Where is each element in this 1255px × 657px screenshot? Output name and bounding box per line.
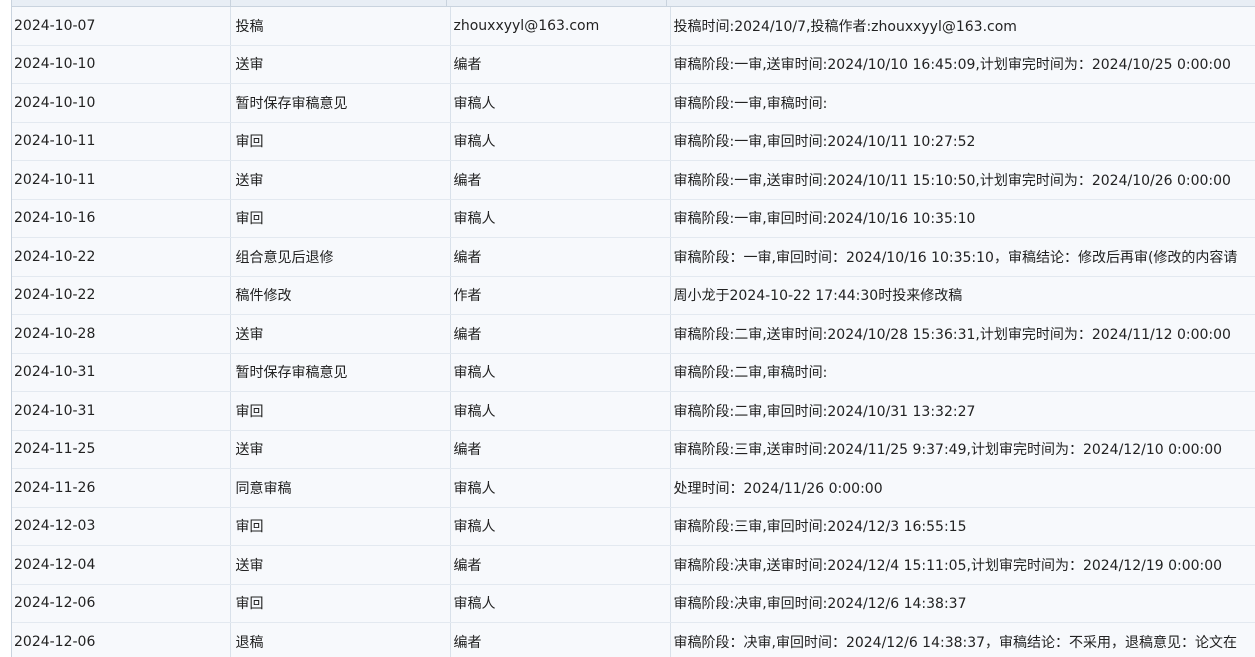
cell-date: 2024-10-16	[12, 199, 231, 238]
cell-detail: 审稿阶段:三审,审回时间:2024/12/3 16:55:15	[670, 507, 1255, 546]
cell-operator: 作者	[450, 276, 671, 315]
cell-action: 审回	[230, 391, 451, 431]
cell-date: 2024-12-03	[12, 507, 231, 546]
cell-action: 审回	[230, 584, 451, 623]
table-header-strip	[12, 0, 1255, 7]
cell-date: 2024-10-31	[12, 353, 231, 392]
cell-operator: 编者	[450, 545, 671, 585]
cell-date: 2024-10-31	[12, 391, 231, 431]
table-row: 2024-11-26 同意审稿 审稿人 处理时间：2024/11/26 0:00:00	[12, 468, 1255, 508]
cell-date: 2024-12-06	[12, 622, 231, 657]
cell-detail: 审稿阶段:一审,送审时间:2024/10/10 16:45:09,计划审完时间为…	[670, 45, 1255, 84]
cell-detail: 审稿阶段:决审,审回时间:2024/12/6 14:38:37	[670, 584, 1255, 623]
table-row: 2024-10-31 审回 审稿人 审稿阶段:二审,审回时间:2024/10/31 1…	[12, 391, 1255, 431]
table-row: 2024-10-11 审回 审稿人 审稿阶段:一审,审回时间:2024/10/11 1…	[12, 122, 1255, 161]
cell-date: 2024-11-26	[12, 468, 231, 508]
cell-action: 送审	[230, 545, 451, 585]
cell-operator: 编者	[450, 314, 671, 354]
cell-action: 同意审稿	[230, 468, 451, 508]
cell-detail: 投稿时间:2024/10/7,投稿作者:zhouxxyyl@163.com	[670, 7, 1255, 46]
cell-detail: 审稿阶段:一审,送审时间:2024/10/11 15:10:50,计划审完时间为…	[670, 160, 1255, 200]
cell-action: 暂时保存审稿意见	[230, 353, 451, 392]
cell-operator: 审稿人	[450, 122, 671, 161]
cell-action: 投稿	[230, 7, 451, 46]
cell-action: 退稿	[230, 622, 451, 657]
table-row: 2024-10-10 送审 编者 审稿阶段:一审,送审时间:2024/10/10 16…	[12, 45, 1255, 84]
cell-detail: 审稿阶段:二审,审稿时间:	[670, 353, 1255, 392]
table-row: 2024-10-16 审回 审稿人 审稿阶段:一审,审回时间:2024/10/16 1…	[12, 199, 1255, 238]
cell-operator: 审稿人	[450, 584, 671, 623]
manuscript-process-log: 2024-10-07 投稿 zhouxxyyl@163.com 投稿时间:2024/1…	[0, 0, 1255, 657]
cell-date: 2024-10-11	[12, 160, 231, 200]
cell-detail: 审稿阶段:一审,审回时间:2024/10/11 10:27:52	[670, 122, 1255, 161]
cell-date: 2024-11-25	[12, 430, 231, 469]
cell-action: 审回	[230, 199, 451, 238]
cell-date: 2024-10-07	[12, 7, 231, 46]
table-row: 2024-12-03 审回 审稿人 审稿阶段:三审,审回时间:2024/12/3 16…	[12, 507, 1255, 546]
cell-action: 稿件修改	[230, 276, 451, 315]
cell-operator: 审稿人	[450, 199, 671, 238]
table-row: 2024-10-22 稿件修改 作者 周小龙于2024-10-22 17:44:30时…	[12, 276, 1255, 315]
cell-action: 送审	[230, 160, 451, 200]
cell-operator: 审稿人	[450, 468, 671, 508]
cell-detail: 处理时间：2024/11/26 0:00:00	[670, 468, 1255, 508]
table-row: 2024-10-22 组合意见后退修 编者 审稿阶段：一审,审回时间：2024/10/…	[12, 237, 1255, 277]
cell-date: 2024-10-11	[12, 122, 231, 161]
cell-action: 送审	[230, 45, 451, 84]
cell-date: 2024-10-10	[12, 83, 231, 123]
table-row: 2024-12-06 退稿 编者 审稿阶段：决审,审回时间：2024/12/6 14:…	[12, 622, 1255, 657]
cell-operator: zhouxxyyl@163.com	[450, 7, 671, 46]
cell-date: 2024-10-28	[12, 314, 231, 354]
table-row: 2024-10-31 暂时保存审稿意见 审稿人 审稿阶段:二审,审稿时间:	[12, 353, 1255, 392]
cell-operator: 审稿人	[450, 507, 671, 546]
cell-action: 审回	[230, 122, 451, 161]
cell-action: 审回	[230, 507, 451, 546]
cell-operator: 编者	[450, 160, 671, 200]
cell-operator: 编者	[450, 430, 671, 469]
cell-action: 组合意见后退修	[230, 237, 451, 277]
table-row: 2024-10-11 送审 编者 审稿阶段:一审,送审时间:2024/10/11 15…	[12, 160, 1255, 200]
cell-detail: 审稿阶段：一审,审回时间：2024/10/16 10:35:10，审稿结论：修改…	[670, 237, 1255, 277]
cell-action: 送审	[230, 314, 451, 354]
cell-detail: 周小龙于2024-10-22 17:44:30时投来修改稿	[670, 276, 1255, 315]
cell-date: 2024-12-04	[12, 545, 231, 585]
cell-detail: 审稿阶段:决审,送审时间:2024/12/4 15:11:05,计划审完时间为：…	[670, 545, 1255, 585]
cell-detail: 审稿阶段:二审,审回时间:2024/10/31 13:32:27	[670, 391, 1255, 431]
cell-operator: 编者	[450, 45, 671, 84]
cell-action: 暂时保存审稿意见	[230, 83, 451, 123]
cell-detail: 审稿阶段:二审,送审时间:2024/10/28 15:36:31,计划审完时间为…	[670, 314, 1255, 354]
cell-date: 2024-10-10	[12, 45, 231, 84]
cell-date: 2024-10-22	[12, 237, 231, 277]
cell-date: 2024-10-22	[12, 276, 231, 315]
cell-detail: 审稿阶段：决审,审回时间：2024/12/6 14:38:37，审稿结论：不采用…	[670, 622, 1255, 657]
table-row: 2024-10-10 暂时保存审稿意见 审稿人 审稿阶段:一审,审稿时间:	[12, 83, 1255, 123]
cell-operator: 编者	[450, 622, 671, 657]
process-log-body: 2024-10-07 投稿 zhouxxyyl@163.com 投稿时间:2024/1…	[12, 7, 1255, 657]
cell-operator: 编者	[450, 237, 671, 277]
process-log-table: 2024-10-07 投稿 zhouxxyyl@163.com 投稿时间:2024/1…	[12, 7, 1255, 657]
cell-operator: 审稿人	[450, 391, 671, 431]
table-row: 2024-10-07 投稿 zhouxxyyl@163.com 投稿时间:2024/1…	[12, 7, 1255, 46]
table-row: 2024-10-28 送审 编者 审稿阶段:二审,送审时间:2024/10/28 15…	[12, 314, 1255, 354]
cell-date: 2024-12-06	[12, 584, 231, 623]
cell-detail: 审稿阶段:一审,审回时间:2024/10/16 10:35:10	[670, 199, 1255, 238]
cell-operator: 审稿人	[450, 83, 671, 123]
table-row: 2024-12-06 审回 审稿人 审稿阶段:决审,审回时间:2024/12/6 14…	[12, 584, 1255, 623]
cell-detail: 审稿阶段:一审,审稿时间:	[670, 83, 1255, 123]
table-row: 2024-11-25 送审 编者 审稿阶段:三审,送审时间:2024/11/25 9:…	[12, 430, 1255, 469]
table-row: 2024-12-04 送审 编者 审稿阶段:决审,送审时间:2024/12/4 15:…	[12, 545, 1255, 585]
cell-operator: 审稿人	[450, 353, 671, 392]
cell-action: 送审	[230, 430, 451, 469]
cell-detail: 审稿阶段:三审,送审时间:2024/11/25 9:37:49,计划审完时间为：…	[670, 430, 1255, 469]
